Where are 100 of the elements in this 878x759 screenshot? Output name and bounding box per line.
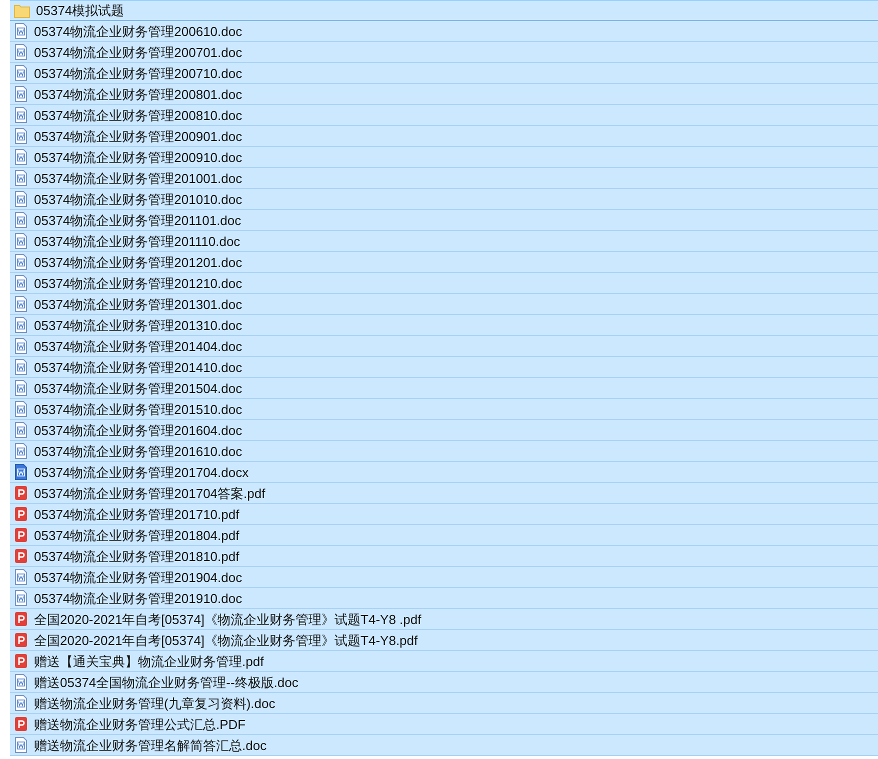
word-document-icon	[14, 191, 28, 207]
file-row[interactable]: 05374物流企业财务管理201310.doc	[10, 315, 878, 336]
file-row[interactable]: 05374物流企业财务管理201810.pdf	[10, 546, 878, 567]
file-name: 05374物流企业财务管理201001.doc	[34, 172, 242, 184]
word-document-icon	[14, 254, 28, 270]
file-name: 05374物流企业财务管理201310.doc	[34, 318, 242, 332]
file-name: 05374物流企业财务管理201910.doc	[34, 592, 242, 604]
file-name: 05374物流企业财务管理201504.doc	[34, 382, 242, 394]
file-name: 05374物流企业财务管理201510.doc	[34, 402, 242, 416]
word-document-icon	[14, 380, 28, 396]
file-name: 赠送物流企业财务管理公式汇总.PDF	[34, 718, 246, 730]
file-row[interactable]: 05374物流企业财务管理201904.doc	[10, 567, 878, 588]
pdf-file-icon	[14, 485, 28, 501]
file-row[interactable]: 赠送【通关宝典】物流企业财务管理.pdf	[10, 651, 878, 672]
file-row[interactable]: 05374物流企业财务管理201301.doc	[10, 294, 878, 315]
file-name: 05374物流企业财务管理201101.doc	[34, 214, 242, 226]
file-name: 05374物流企业财务管理201810.pdf	[34, 550, 240, 562]
word-document-icon	[14, 737, 28, 753]
file-row[interactable]: 05374物流企业财务管理201704.docx	[10, 462, 878, 483]
word-document-icon	[14, 590, 28, 606]
word-document-icon	[14, 401, 28, 417]
folder-icon	[14, 4, 30, 18]
file-name: 05374物流企业财务管理201010.doc	[34, 192, 242, 206]
file-name: 05374物流企业财务管理201904.doc	[34, 570, 242, 584]
file-name: 05374物流企业财务管理200901.doc	[34, 130, 242, 142]
word-document-icon	[14, 212, 28, 228]
file-row[interactable]: 05374物流企业财务管理201704答案.pdf	[10, 483, 878, 504]
file-row[interactable]: 05374物流企业财务管理201910.doc	[10, 588, 878, 609]
file-row[interactable]: 05374物流企业财务管理201410.doc	[10, 357, 878, 378]
file-name: 05374物流企业财务管理200801.doc	[34, 88, 242, 100]
file-name: 05374物流企业财务管理201201.doc	[34, 256, 242, 268]
file-row[interactable]: 赠送物流企业财务管理名解简答汇总.doc	[10, 735, 878, 756]
file-name: 05374模拟试题	[36, 4, 124, 17]
file-name: 赠送物流企业财务管理(九章复习资料).doc	[34, 696, 276, 710]
pdf-file-icon	[14, 527, 28, 543]
word-document-icon	[14, 443, 28, 459]
file-row[interactable]: 05374物流企业财务管理201510.doc	[10, 399, 878, 420]
file-name: 05374物流企业财务管理201710.pdf	[34, 508, 240, 520]
file-row[interactable]: 05374模拟试题	[10, 0, 878, 21]
file-row[interactable]: 全国2020-2021年自考[05374]《物流企业财务管理》试题T4-Y8.pdf	[10, 630, 878, 651]
file-row[interactable]: 05374物流企业财务管理201804.pdf	[10, 525, 878, 546]
file-row[interactable]: 05374物流企业财务管理201110.doc	[10, 231, 878, 252]
file-row[interactable]: 05374物流企业财务管理201610.doc	[10, 441, 878, 462]
file-row[interactable]: 05374物流企业财务管理201001.doc	[10, 168, 878, 189]
word-document-icon	[14, 674, 28, 690]
file-name: 05374物流企业财务管理201604.doc	[34, 424, 242, 436]
file-row[interactable]: 05374物流企业财务管理201210.doc	[10, 273, 878, 294]
word-document-icon	[14, 107, 28, 123]
word-document-icon	[14, 695, 28, 711]
word-document-icon	[14, 149, 28, 165]
file-row[interactable]: 05374物流企业财务管理200910.doc	[10, 147, 878, 168]
file-row[interactable]: 05374物流企业财务管理201201.doc	[10, 252, 878, 273]
file-row[interactable]: 05374物流企业财务管理201604.doc	[10, 420, 878, 441]
file-row[interactable]: 全国2020-2021年自考[05374]《物流企业财务管理》试题T4-Y8 .pdf	[10, 609, 878, 630]
file-name: 全国2020-2021年自考[05374]《物流企业财务管理》试题T4-Y8.pdf	[34, 634, 418, 646]
file-row[interactable]: 05374物流企业财务管理201504.doc	[10, 378, 878, 399]
word-document-icon	[14, 317, 28, 333]
file-name: 05374物流企业财务管理201704答案.pdf	[34, 486, 266, 500]
file-name: 05374物流企业财务管理201210.doc	[34, 276, 242, 290]
file-row[interactable]: 05374物流企业财务管理200701.doc	[10, 42, 878, 63]
pdf-file-icon	[14, 506, 28, 522]
file-name: 05374物流企业财务管理200710.doc	[34, 66, 242, 80]
word-document-icon	[14, 338, 28, 354]
word-document-icon	[14, 233, 28, 249]
file-name: 05374物流企业财务管理201410.doc	[34, 360, 242, 374]
file-row[interactable]: 05374物流企业财务管理200801.doc	[10, 84, 878, 105]
word-document-icon	[14, 23, 28, 39]
file-name: 05374物流企业财务管理200910.doc	[34, 150, 242, 164]
file-row[interactable]: 05374物流企业财务管理200710.doc	[10, 63, 878, 84]
word-document-icon	[14, 422, 28, 438]
file-name: 05374物流企业财务管理201301.doc	[34, 298, 242, 310]
file-row[interactable]: 05374物流企业财务管理200810.doc	[10, 105, 878, 126]
file-name: 05374物流企业财务管理200701.doc	[34, 46, 242, 58]
pdf-file-icon	[14, 716, 28, 732]
file-row[interactable]: 05374物流企业财务管理200901.doc	[10, 126, 878, 147]
file-name: 05374物流企业财务管理200610.doc	[34, 24, 242, 38]
file-name: 05374物流企业财务管理201704.docx	[34, 466, 249, 478]
file-name: 赠送05374全国物流企业财务管理--终极版.doc	[34, 676, 298, 688]
file-row[interactable]: 赠送05374全国物流企业财务管理--终极版.doc	[10, 672, 878, 693]
file-name: 赠送【通关宝典】物流企业财务管理.pdf	[34, 654, 264, 668]
file-row[interactable]: 05374物流企业财务管理201710.pdf	[10, 504, 878, 525]
file-row[interactable]: 05374物流企业财务管理200610.doc	[10, 21, 878, 42]
word-document-icon	[14, 170, 28, 186]
pdf-file-icon	[14, 548, 28, 564]
word-document-icon	[14, 464, 28, 480]
file-row[interactable]: 05374物流企业财务管理201010.doc	[10, 189, 878, 210]
file-name: 05374物流企业财务管理201110.doc	[34, 234, 240, 248]
file-name: 05374物流企业财务管理201804.pdf	[34, 528, 240, 542]
file-name: 05374物流企业财务管理201610.doc	[34, 444, 242, 458]
word-document-icon	[14, 44, 28, 60]
pdf-file-icon	[14, 632, 28, 648]
file-row[interactable]: 05374物流企业财务管理201404.doc	[10, 336, 878, 357]
word-document-icon	[14, 128, 28, 144]
file-name: 全国2020-2021年自考[05374]《物流企业财务管理》试题T4-Y8 .pdf	[34, 612, 422, 626]
file-row[interactable]: 赠送物流企业财务管理(九章复习资料).doc	[10, 693, 878, 714]
file-row[interactable]: 赠送物流企业财务管理公式汇总.PDF	[10, 714, 878, 735]
word-document-icon	[14, 569, 28, 585]
word-document-icon	[14, 359, 28, 375]
file-row[interactable]: 05374物流企业财务管理201101.doc	[10, 210, 878, 231]
pdf-file-icon	[14, 611, 28, 627]
